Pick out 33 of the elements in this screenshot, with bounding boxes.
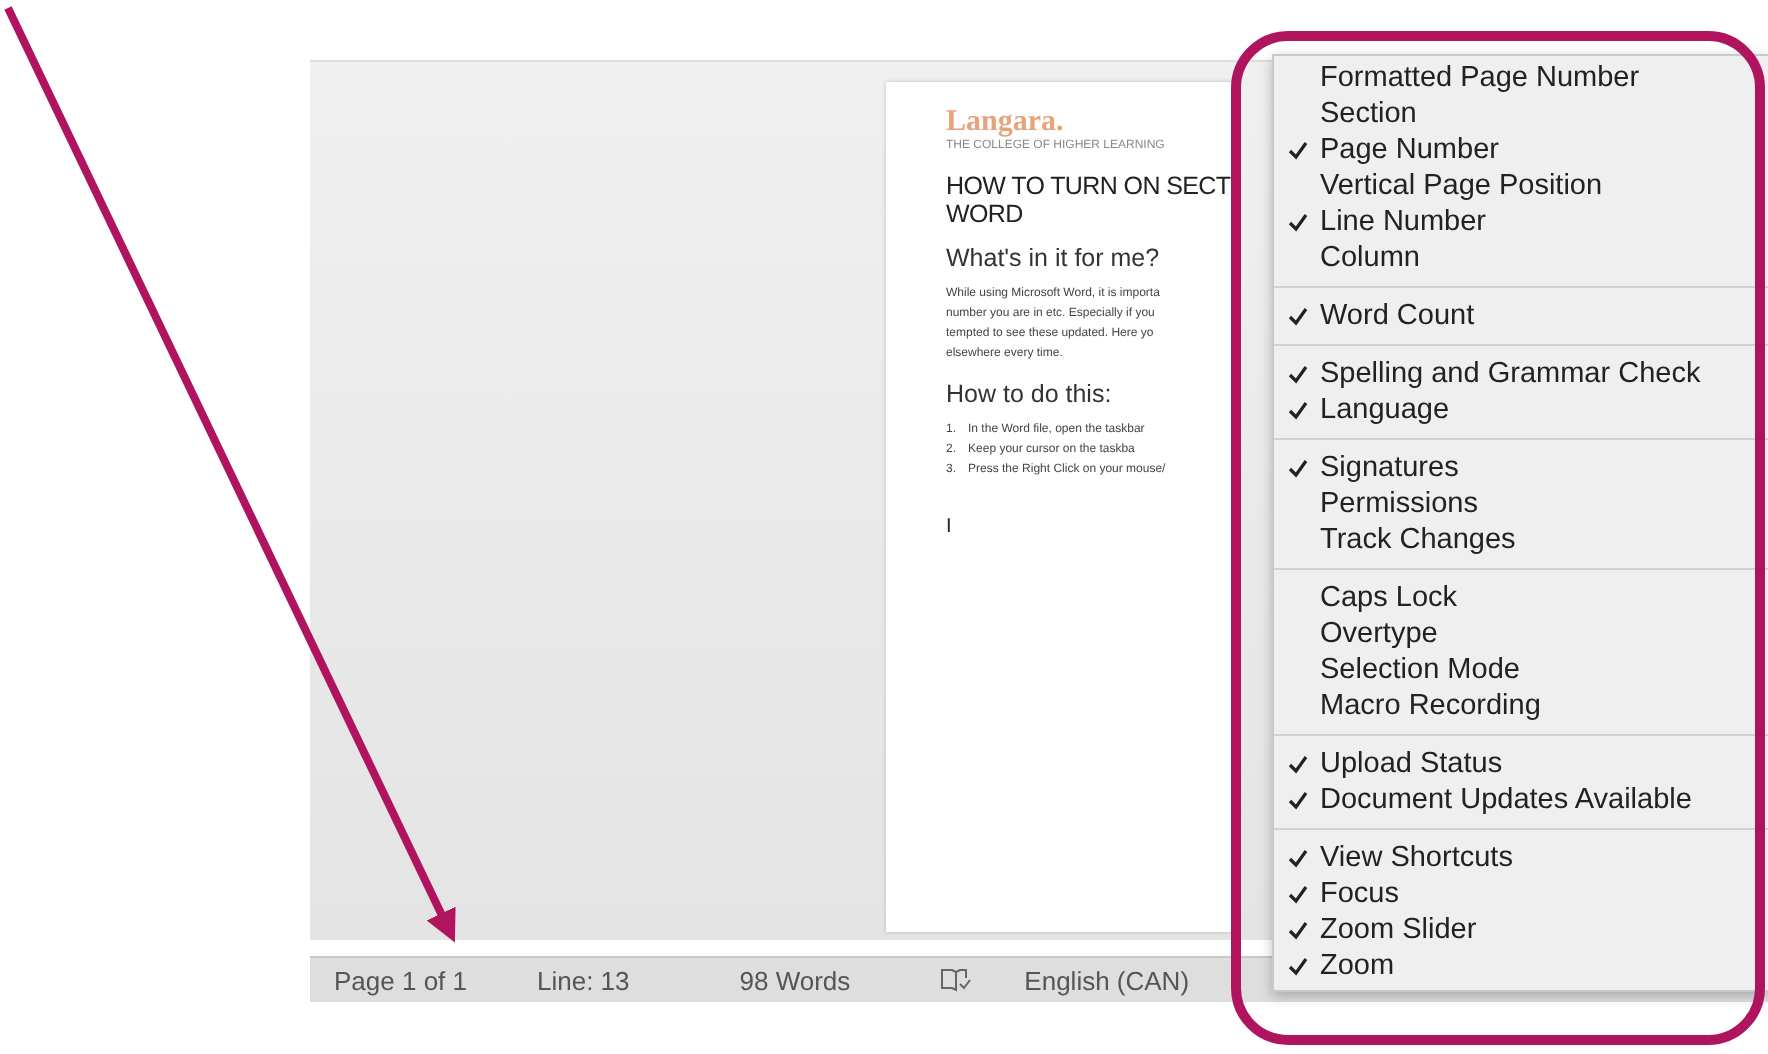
logo-text: Langara.: [946, 106, 1066, 139]
document-title: HOW TO TURN ON SECT: [946, 172, 1233, 200]
menu-item[interactable]: Permissions: [1274, 486, 1768, 522]
menu-item[interactable]: Formatted Page Number: [1274, 60, 1768, 96]
document-title: WORD: [946, 200, 1025, 228]
menu-item[interactable]: Line Number: [1274, 204, 1768, 240]
page-count[interactable]: Page 1 of 1: [334, 965, 467, 995]
menu-item[interactable]: Document Updates Available: [1274, 782, 1768, 818]
menu-item[interactable]: Section: [1274, 96, 1768, 132]
menu-item[interactable]: Word Count: [1274, 298, 1768, 334]
language[interactable]: English (CAN): [1024, 965, 1190, 995]
menu-item[interactable]: Track Changes: [1274, 522, 1768, 558]
menu-item[interactable]: View Shortcuts: [1274, 840, 1768, 876]
line-number[interactable]: Line: 13: [537, 965, 630, 995]
menu-item[interactable]: Overtype: [1274, 616, 1768, 652]
text-cursor: I: [946, 516, 954, 538]
document-heading: What's in it for me?: [946, 244, 1162, 272]
menu-item[interactable]: Vertical Page Position: [1274, 168, 1768, 204]
menu-item[interactable]: Language: [1274, 392, 1768, 428]
menu-item[interactable]: Signatures: [1274, 450, 1768, 486]
menu-item[interactable]: Selection Mode: [1274, 652, 1768, 688]
menu-item[interactable]: Page Number: [1274, 132, 1768, 168]
menu-item[interactable]: Upload Status: [1274, 746, 1768, 782]
menu-item[interactable]: Zoom Slider: [1274, 912, 1768, 948]
menu-item[interactable]: Macro Recording: [1274, 688, 1768, 724]
menu-item[interactable]: Focus: [1274, 876, 1768, 912]
word-count[interactable]: 98 Words: [739, 965, 851, 995]
book-check-icon[interactable]: [940, 968, 973, 992]
menu-item[interactable]: Caps Lock: [1274, 580, 1768, 616]
menu-item[interactable]: Zoom: [1274, 948, 1768, 984]
menu-item[interactable]: Column: [1274, 240, 1768, 276]
document-heading: How to do this:: [946, 380, 1114, 408]
menu-item[interactable]: Spelling and Grammar Check: [1274, 356, 1768, 392]
